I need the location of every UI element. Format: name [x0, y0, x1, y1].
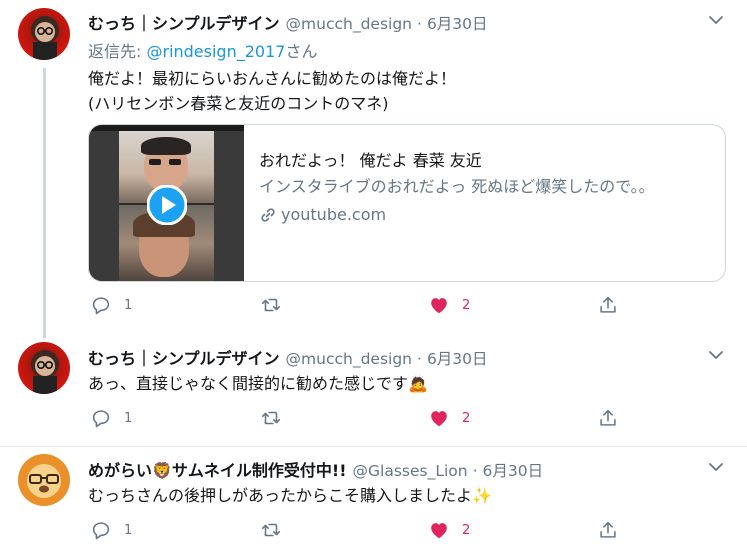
share-action[interactable] [597, 406, 619, 430]
reply-icon [92, 410, 110, 428]
tweet-text: むっちさんの後押しがあったからこそ購入しましたよ✨ [88, 483, 492, 508]
reply-action[interactable]: 1 [90, 406, 132, 430]
heart-icon [431, 411, 447, 427]
thread-line [43, 68, 46, 338]
video-thumbnail[interactable] [89, 125, 244, 281]
like-action[interactable]: 2 [428, 518, 470, 542]
tweet-text: あっ、直接じゃなく間接的に勧めた感じです🙇 [88, 371, 428, 396]
tweet-3[interactable]: めがらい🦁サムネイル制作受付中!! @Glasses_Lion · 6月30日 … [0, 447, 747, 554]
tweet-actions: 1 2 [88, 518, 628, 542]
retweet-action[interactable] [260, 293, 294, 317]
tweet-text-line: あっ、直接じゃなく間接的に勧めた感じです🙇 [88, 374, 428, 393]
share-icon [600, 521, 616, 538]
share-action[interactable] [597, 518, 619, 542]
like-action[interactable]: 2 [428, 406, 470, 430]
reply-context: 返信先: @rindesign_2017さん [88, 38, 317, 62]
heart-icon [431, 298, 447, 314]
reply-action[interactable]: 1 [90, 518, 132, 542]
reply-count: 1 [124, 522, 133, 538]
tweet-header: むっち｜シンプルデザイン @mucch_design · 6月30日 [88, 345, 488, 369]
user-handle[interactable]: @mucch_design [286, 15, 412, 33]
tweet-1[interactable]: むっち｜シンプルデザイン @mucch_design · 6月30日 返信先: … [0, 0, 747, 338]
display-name[interactable]: むっち｜シンプルデザイン [88, 10, 280, 34]
tweet-date[interactable]: 6月30日 [427, 347, 488, 369]
tweet-actions: 1 2 [88, 406, 628, 430]
share-icon [600, 296, 616, 313]
separator-dot: · [472, 462, 478, 480]
retweet-icon [261, 411, 281, 425]
like-count: 2 [462, 522, 471, 538]
tweet-actions: 1 2 [88, 293, 628, 317]
chevron-down-icon[interactable] [707, 346, 725, 364]
user-handle[interactable]: @Glasses_Lion [353, 462, 468, 480]
chevron-down-icon[interactable] [707, 458, 725, 476]
share-action[interactable] [597, 293, 619, 317]
tweet-header: むっち｜シンプルデザイン @mucch_design · 6月30日 [88, 10, 488, 34]
avatar-mucch[interactable] [18, 342, 70, 394]
tweet-header: めがらい🦁サムネイル制作受付中!! @Glasses_Lion · 6月30日 [88, 457, 543, 481]
card-text: おれだよっ！ 俺だよ 春菜 友近 インスタライブのおれだよっ 死ぬほど爆笑したの… [259, 149, 709, 224]
link-card[interactable]: おれだよっ！ 俺だよ 春菜 友近 インスタライブのおれだよっ 死ぬほど爆笑したの… [88, 124, 726, 282]
chevron-down-icon[interactable] [707, 11, 725, 29]
card-description: インスタライブのおれだよっ 死ぬほど爆笑したので。。 [259, 177, 655, 196]
tweet-text-line: 俺だよ！最初にらいおんさんに勧めたのは俺だよ！ [88, 69, 457, 88]
play-icon[interactable] [147, 185, 187, 225]
reply-icon [92, 522, 110, 540]
retweet-action[interactable] [260, 406, 294, 430]
avatar-mucch[interactable] [18, 8, 70, 60]
avatar-lion[interactable] [18, 454, 70, 506]
display-name[interactable]: むっち｜シンプルデザイン [88, 345, 280, 369]
separator-dot: · [417, 15, 422, 33]
card-domain: youtube.com [259, 205, 709, 224]
retweet-icon [261, 298, 281, 312]
like-count: 2 [462, 410, 471, 426]
user-handle[interactable]: @mucch_design [286, 350, 412, 368]
reply-action[interactable]: 1 [90, 293, 132, 317]
reply-prefix: 返信先: [88, 42, 147, 61]
card-domain-text: youtube.com [281, 205, 387, 224]
reply-mention-link[interactable]: @rindesign_2017 [146, 42, 285, 61]
link-icon [261, 207, 275, 222]
share-icon [600, 409, 616, 426]
tweet-date[interactable]: 6月30日 [427, 12, 488, 34]
like-action[interactable]: 2 [428, 293, 470, 317]
tweet-text-line: (ハリセンボン春菜と友近のコントのマネ) [88, 94, 389, 113]
retweet-icon [261, 523, 281, 537]
like-count: 2 [462, 297, 471, 313]
reply-count: 1 [124, 410, 133, 426]
retweet-action[interactable] [260, 518, 294, 542]
reply-count: 1 [124, 297, 133, 313]
separator-dot: · [417, 350, 422, 368]
tweet-text-line: むっちさんの後押しがあったからこそ購入しましたよ✨ [88, 486, 492, 505]
card-title: おれだよっ！ 俺だよ 春菜 友近 [259, 151, 482, 170]
heart-icon [431, 523, 447, 539]
tweet-text: 俺だよ！最初にらいおんさんに勧めたのは俺だよ！ (ハリセンボン春菜と友近のコント… [88, 66, 456, 116]
reply-icon [92, 297, 110, 315]
display-name[interactable]: めがらい🦁サムネイル制作受付中!! [88, 457, 347, 481]
tweet-2[interactable]: むっち｜シンプルデザイン @mucch_design · 6月30日 あっ、直接… [0, 337, 747, 447]
reply-suffix: さん [285, 42, 318, 61]
tweet-date[interactable]: 6月30日 [483, 459, 544, 481]
